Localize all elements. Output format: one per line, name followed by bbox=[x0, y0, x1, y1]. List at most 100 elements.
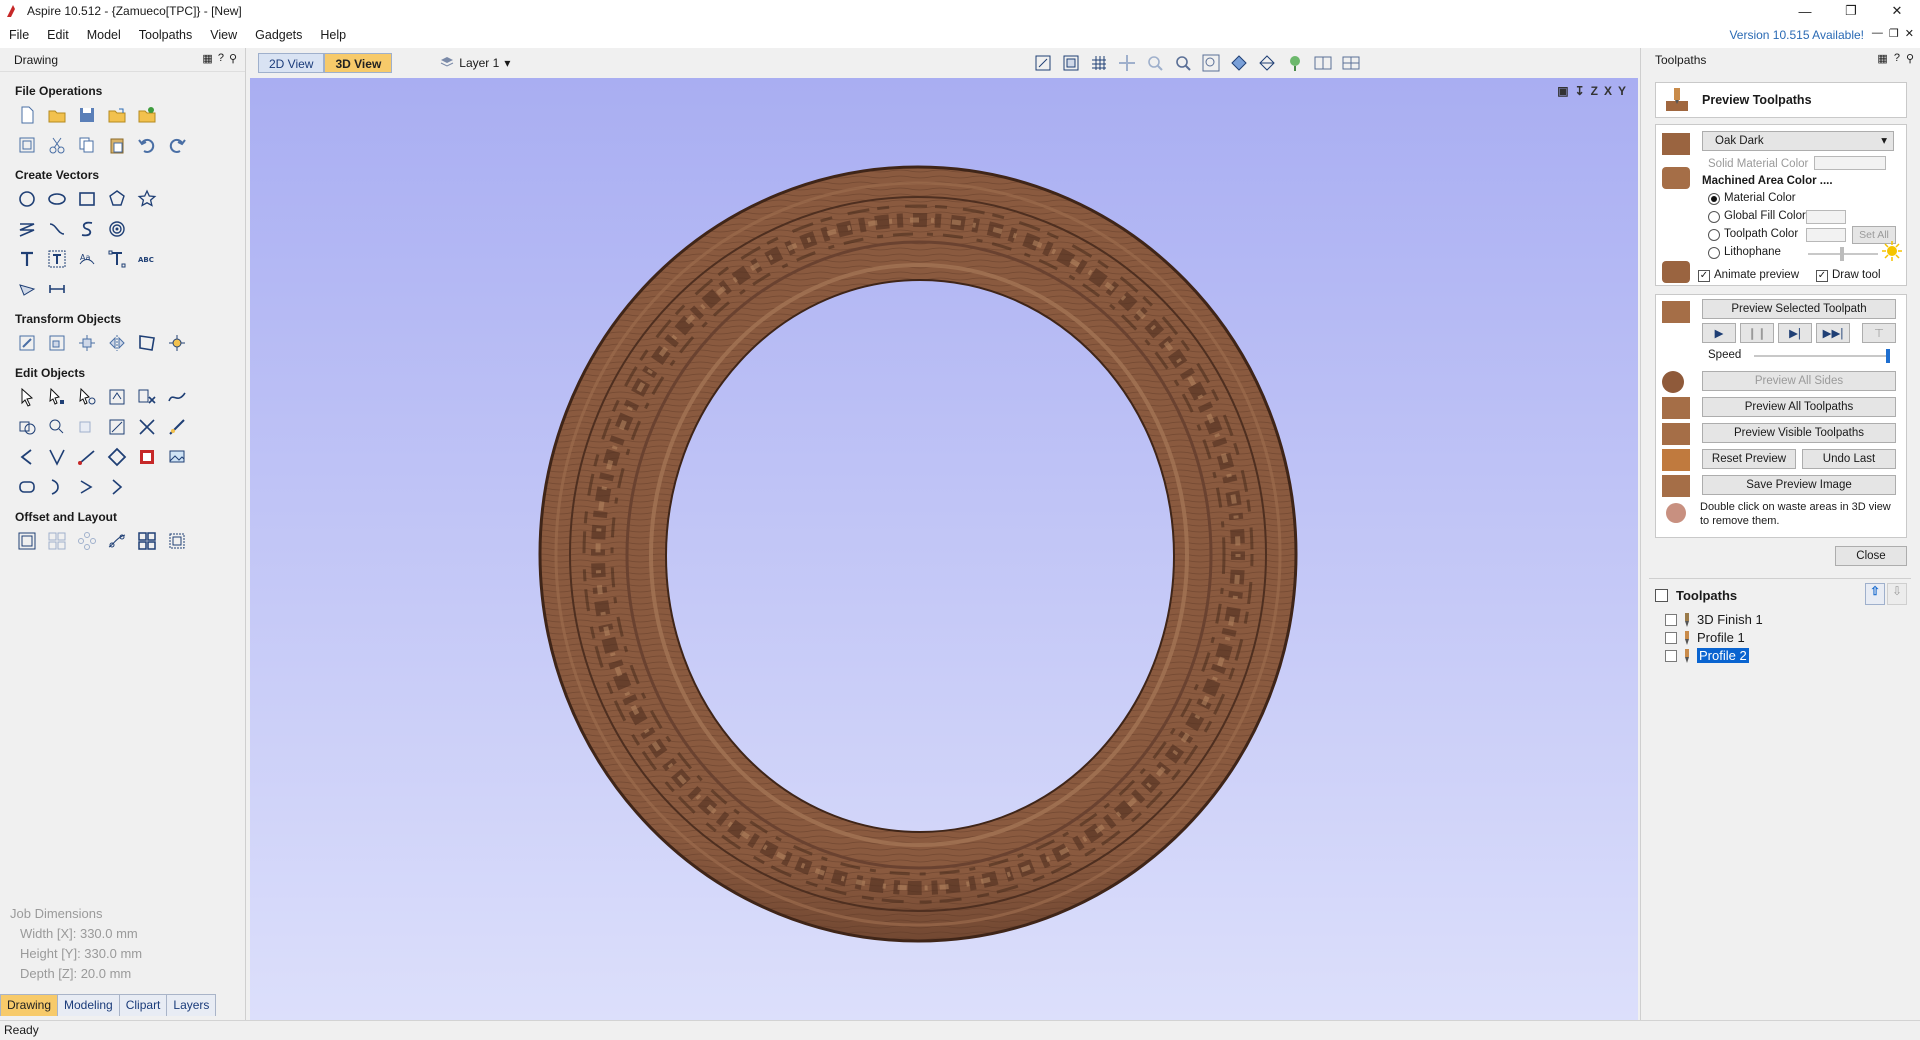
paste-icon[interactable] bbox=[106, 134, 128, 156]
preview-visible-toolpaths-button[interactable]: Preview Visible Toolpaths bbox=[1702, 423, 1896, 443]
text-on-curve-icon[interactable]: Aa bbox=[76, 248, 98, 270]
light-direction-icon[interactable] bbox=[1882, 241, 1902, 261]
preview-all-sides-button[interactable]: Preview All Sides bbox=[1702, 371, 1896, 391]
move-up-button[interactable]: ⇧ bbox=[1865, 583, 1885, 605]
grid-icon[interactable] bbox=[1088, 52, 1110, 74]
split-view-icon[interactable] bbox=[1312, 52, 1334, 74]
subtract-icon[interactable] bbox=[46, 416, 68, 438]
play-button[interactable]: ▶ bbox=[1702, 323, 1736, 343]
zoom-all-icon[interactable] bbox=[1200, 52, 1222, 74]
weld-icon[interactable] bbox=[16, 416, 38, 438]
help-icon[interactable]: ? bbox=[1894, 52, 1900, 65]
save-icon[interactable] bbox=[76, 104, 98, 126]
pan-icon[interactable] bbox=[1116, 52, 1138, 74]
help-icon[interactable]: ? bbox=[218, 52, 224, 65]
zoom-box-icon[interactable] bbox=[1060, 52, 1082, 74]
copy-along-vectors-icon[interactable] bbox=[106, 530, 128, 552]
menu-help[interactable]: Help bbox=[311, 28, 355, 42]
menu-model[interactable]: Model bbox=[78, 28, 130, 42]
version-available-link[interactable]: Version 10.515 Available! bbox=[1729, 28, 1864, 42]
menu-file[interactable]: File bbox=[0, 28, 38, 42]
align-icon[interactable] bbox=[76, 332, 98, 354]
menu-gadgets[interactable]: Gadgets bbox=[246, 28, 311, 42]
block-copy-icon[interactable] bbox=[136, 530, 158, 552]
mdi-close-icon[interactable]: ✕ bbox=[1905, 27, 1914, 40]
offset-icon[interactable] bbox=[46, 446, 68, 468]
toolpath-visibility-checkbox[interactable] bbox=[1665, 631, 1677, 644]
mirror-icon[interactable] bbox=[106, 332, 128, 354]
3d-viewport[interactable]: ▣ ↧ Z X Y bbox=[250, 78, 1638, 1020]
job-setup-icon[interactable] bbox=[16, 134, 38, 156]
node-tools-icon[interactable] bbox=[106, 386, 128, 408]
tab-2d-view[interactable]: 2D View bbox=[258, 53, 325, 73]
layout-view-icon[interactable] bbox=[1340, 52, 1362, 74]
draw-ellipse-icon[interactable] bbox=[46, 188, 68, 210]
move-start-point-icon[interactable] bbox=[46, 476, 68, 498]
open-file-icon[interactable] bbox=[46, 104, 68, 126]
extend-icon[interactable] bbox=[166, 416, 188, 438]
nesting-icon[interactable] bbox=[46, 530, 68, 552]
draw-polygon-icon[interactable] bbox=[106, 188, 128, 210]
delete-vectors-icon[interactable] bbox=[136, 386, 158, 408]
material-select[interactable]: Oak Dark ▾ bbox=[1702, 131, 1894, 151]
circular-array-icon[interactable] bbox=[76, 530, 98, 552]
interactive-select-icon[interactable] bbox=[76, 386, 98, 408]
global-fill-color-picker[interactable] bbox=[1806, 210, 1846, 224]
wireframe-view-icon[interactable] bbox=[1256, 52, 1278, 74]
split-vector-icon[interactable] bbox=[106, 476, 128, 498]
draw-polyline-icon[interactable] bbox=[16, 218, 38, 240]
spell-check-icon[interactable]: ABC bbox=[136, 248, 158, 270]
mdi-minimize-icon[interactable]: — bbox=[1872, 27, 1883, 40]
shaded-view-icon[interactable] bbox=[1228, 52, 1250, 74]
curve-fit-icon[interactable] bbox=[16, 476, 38, 498]
tab-clipart[interactable]: Clipart bbox=[118, 994, 168, 1016]
array-copy-icon[interactable] bbox=[166, 530, 188, 552]
new-file-icon[interactable] bbox=[16, 104, 38, 126]
draw-curve-icon[interactable] bbox=[76, 218, 98, 240]
tab-modeling[interactable]: Modeling bbox=[57, 994, 120, 1016]
text-icon[interactable] bbox=[16, 248, 38, 270]
preview-all-toolpaths-button[interactable]: Preview All Toolpaths bbox=[1702, 397, 1896, 417]
measure-icon[interactable] bbox=[46, 278, 68, 300]
join-vectors-icon[interactable] bbox=[106, 446, 128, 468]
toolpath-visibility-checkbox[interactable] bbox=[1665, 649, 1677, 662]
close-preview-button[interactable]: Close bbox=[1835, 546, 1907, 566]
panel-layout-icon[interactable]: ▦ bbox=[202, 52, 212, 65]
preview-selected-toolpath-button[interactable]: Preview Selected Toolpath bbox=[1702, 299, 1896, 319]
lithophane-slider-thumb[interactable] bbox=[1840, 247, 1844, 261]
chamfer-icon[interactable] bbox=[16, 446, 38, 468]
toolpath-item[interactable]: Profile 1 bbox=[1665, 630, 1745, 645]
minimize-button[interactable]: — bbox=[1782, 0, 1828, 22]
toolpath-color-picker[interactable] bbox=[1806, 228, 1846, 242]
panel-layout-icon[interactable]: ▦ bbox=[1877, 52, 1887, 65]
radio-lithophane[interactable] bbox=[1708, 247, 1720, 259]
toolpath-item[interactable]: Profile 2 bbox=[1665, 648, 1749, 663]
draw-circle-icon[interactable] bbox=[16, 188, 38, 210]
toolpaths-select-all-checkbox[interactable] bbox=[1655, 589, 1668, 602]
intersect-icon[interactable] bbox=[76, 416, 98, 438]
smooth-curves-icon[interactable] bbox=[166, 386, 188, 408]
close-vector-icon[interactable] bbox=[76, 446, 98, 468]
draw-star-icon[interactable] bbox=[136, 188, 158, 210]
close-button[interactable]: ✕ bbox=[1874, 0, 1920, 22]
menu-view[interactable]: View bbox=[201, 28, 246, 42]
draw-rectangle-icon[interactable] bbox=[76, 188, 98, 210]
node-edit-icon[interactable] bbox=[46, 386, 68, 408]
menu-toolpaths[interactable]: Toolpaths bbox=[130, 28, 202, 42]
solid-material-color-picker[interactable] bbox=[1814, 156, 1886, 170]
pin-icon[interactable]: ⚲ bbox=[1906, 52, 1914, 65]
set-origin-icon[interactable] bbox=[166, 332, 188, 354]
tab-drawing[interactable]: Drawing bbox=[0, 994, 59, 1016]
move-icon[interactable] bbox=[16, 332, 38, 354]
speed-slider-thumb[interactable] bbox=[1886, 349, 1890, 363]
cut-icon[interactable] bbox=[46, 134, 68, 156]
toolpath-item[interactable]: 3D Finish 1 bbox=[1665, 612, 1763, 627]
image-trace-icon[interactable] bbox=[166, 446, 188, 468]
toolpath-visibility-checkbox[interactable] bbox=[1665, 613, 1677, 626]
import-vectors-icon[interactable] bbox=[106, 104, 128, 126]
undo-last-button[interactable]: Undo Last bbox=[1802, 449, 1896, 469]
draw-spiral-icon[interactable] bbox=[106, 218, 128, 240]
radio-global-fill-color[interactable] bbox=[1708, 211, 1720, 223]
menu-edit[interactable]: Edit bbox=[38, 28, 78, 42]
mdi-restore-icon[interactable]: ❐ bbox=[1889, 27, 1899, 40]
